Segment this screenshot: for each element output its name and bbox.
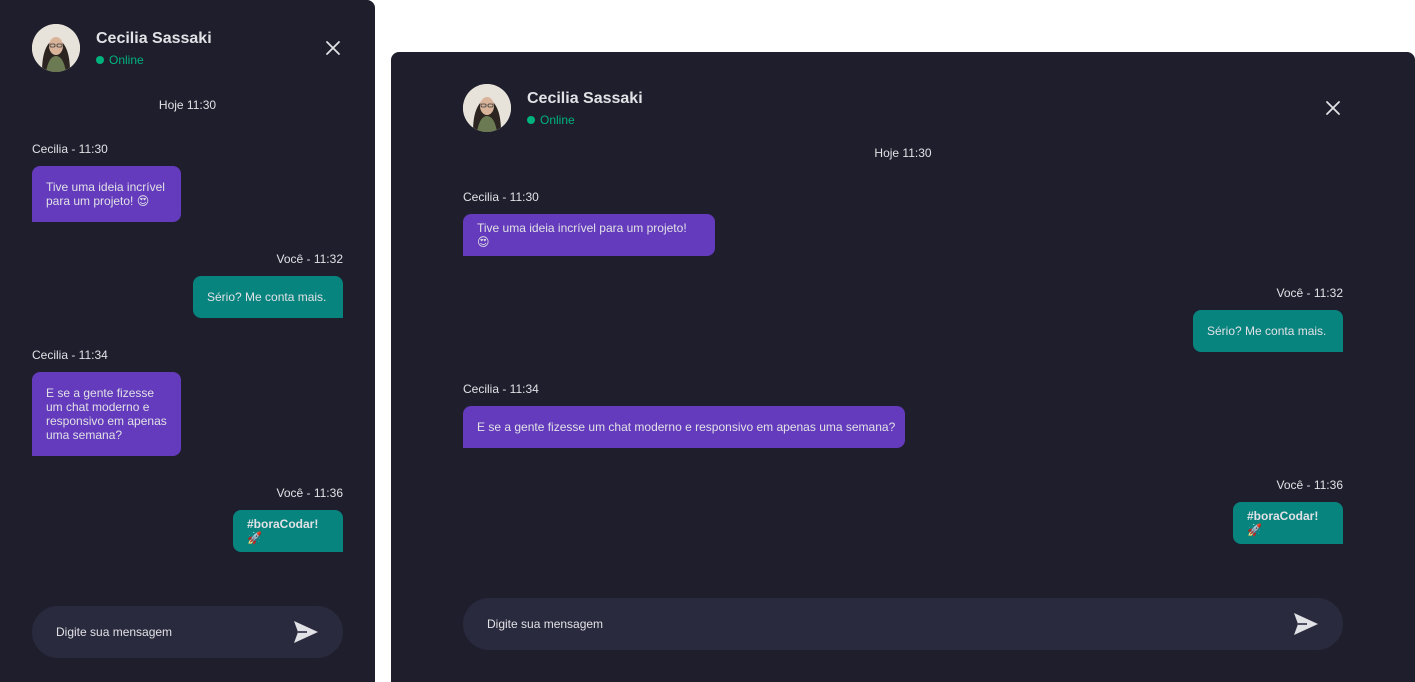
avatar[interactable] <box>463 84 511 132</box>
avatar-photo <box>463 84 511 132</box>
online-status: Online <box>527 113 575 127</box>
online-status-text: Online <box>109 53 144 67</box>
message-meta: Você - 11:36 <box>1276 478 1344 492</box>
online-status-text: Online <box>540 113 575 127</box>
message-input[interactable] <box>487 617 1070 631</box>
contact-name: Cecilia Sassaki <box>527 90 643 107</box>
online-dot <box>96 56 104 64</box>
send-icon[interactable] <box>293 620 319 644</box>
message-bubble-outgoing: Sério? Me conta mais. <box>1193 310 1343 352</box>
message-bubble-incoming: Tive uma ideia incrível para um projeto!… <box>463 214 715 256</box>
online-status: Online <box>96 53 144 67</box>
message-input-bar <box>32 606 343 658</box>
message-bubble-incoming: Tive uma ideia incrível para um projeto!… <box>32 166 181 222</box>
chat-panel-mobile: Cecilia Sassaki Online Hoje 11:30 Cecili… <box>0 0 375 682</box>
message-meta: Cecilia - 11:34 <box>463 382 539 396</box>
contact-name: Cecilia Sassaki <box>96 30 212 47</box>
chat-panel-desktop: Cecilia Sassaki Online Hoje 11:30 Cecili… <box>391 52 1415 682</box>
day-separator: Hoje 11:30 <box>874 146 932 160</box>
message-bubble-outgoing: #boraCodar! 🚀 <box>233 510 343 552</box>
day-separator: Hoje 11:30 <box>158 98 217 112</box>
online-dot <box>527 116 535 124</box>
send-icon[interactable] <box>1293 612 1319 636</box>
message-meta: Cecilia - 11:34 <box>32 348 108 362</box>
message-input-bar <box>463 598 1343 650</box>
avatar[interactable] <box>32 24 80 72</box>
message-meta: Cecilia - 11:30 <box>463 190 539 204</box>
message-meta: Cecilia - 11:30 <box>32 142 108 156</box>
message-meta: Você - 11:32 <box>276 252 344 266</box>
close-icon[interactable] <box>1325 100 1341 116</box>
message-bubble-outgoing: #boraCodar! 🚀 <box>1233 502 1343 544</box>
avatar-photo <box>32 24 80 72</box>
close-icon[interactable] <box>325 40 341 56</box>
message-input[interactable] <box>56 625 241 639</box>
message-meta: Você - 11:32 <box>1276 286 1344 300</box>
message-bubble-outgoing: Sério? Me conta mais. <box>193 276 343 318</box>
message-bubble-incoming: E se a gente fizesse um chat moderno e r… <box>463 406 905 448</box>
message-bubble-incoming: E se a gente fizesse um chat moderno e r… <box>32 372 181 456</box>
message-meta: Você - 11:36 <box>276 486 344 500</box>
